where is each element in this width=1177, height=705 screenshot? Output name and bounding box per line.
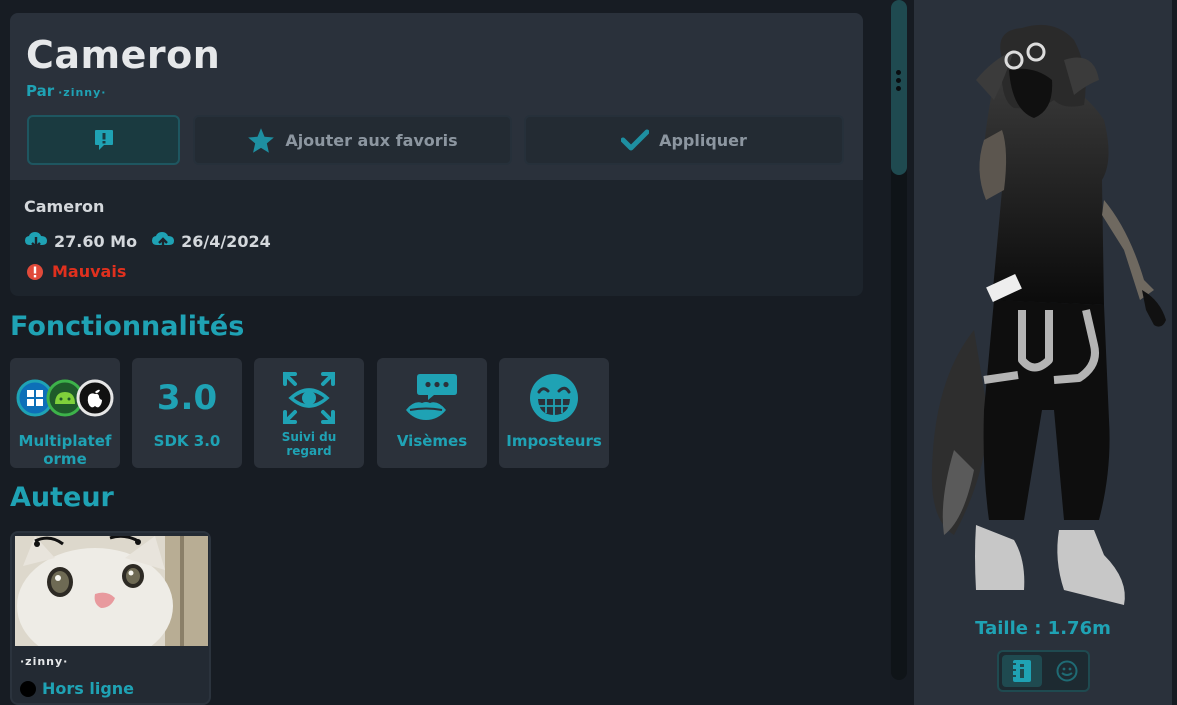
warning-circle-icon bbox=[27, 263, 43, 280]
author-byline[interactable]: Par ·zinny· bbox=[26, 82, 107, 100]
feature-label: SDK 3.0 bbox=[153, 432, 221, 450]
avatar-view-button[interactable] bbox=[1047, 655, 1087, 687]
apply-label: Appliquer bbox=[659, 130, 747, 150]
file-size-stat: 27.60 Mo bbox=[24, 231, 137, 251]
author-status: Hors ligne bbox=[20, 679, 134, 698]
avatar-details-panel: Cameron Par ·zinny· Ajouter aux favoris A… bbox=[0, 0, 890, 705]
upload-date-stat: 26/4/2024 bbox=[151, 231, 271, 251]
scrollbar[interactable] bbox=[891, 0, 907, 680]
avatar-header-card: Cameron Par ·zinny· Ajouter aux favoris A… bbox=[10, 13, 863, 296]
impostor-icon bbox=[499, 370, 609, 426]
feature-label: Multiplateforme bbox=[18, 432, 112, 468]
info-card-icon bbox=[1012, 660, 1031, 682]
multiplatform-icon bbox=[10, 370, 120, 426]
visemes-icon bbox=[377, 370, 487, 426]
preview-mode-toggle[interactable] bbox=[997, 650, 1090, 692]
check-icon bbox=[621, 129, 650, 151]
author-section-title: Auteur bbox=[10, 482, 114, 513]
avatar-title: Cameron bbox=[26, 33, 221, 77]
feature-impostors[interactable]: Imposteurs bbox=[499, 358, 609, 468]
file-size-value: 27.60 Mo bbox=[54, 231, 138, 251]
avatar-preview-panel: Taille : 1.76m bbox=[914, 0, 1172, 705]
sdk3-badge: 3.0 bbox=[156, 378, 218, 418]
upload-date-value: 26/4/2024 bbox=[181, 231, 271, 251]
info-view-button[interactable] bbox=[1002, 655, 1042, 687]
author-avatar bbox=[15, 536, 208, 646]
report-icon bbox=[94, 130, 113, 150]
eye-tracking-icon bbox=[254, 370, 364, 426]
resize-grip-icon[interactable] bbox=[896, 70, 901, 91]
report-button[interactable] bbox=[27, 115, 180, 165]
performance-rating: Mauvais bbox=[26, 262, 126, 281]
feature-label: Suivi du regard bbox=[281, 430, 337, 458]
feature-eye-tracking[interactable]: Suivi du regard bbox=[254, 358, 364, 468]
cloud-download-icon bbox=[25, 232, 47, 249]
apply-button[interactable]: Appliquer bbox=[524, 115, 844, 165]
avatar-name: Cameron bbox=[24, 197, 105, 216]
avatar-stats: 27.60 Mo 26/4/2024 bbox=[24, 231, 271, 251]
author-card-name: ·zinny· bbox=[20, 655, 69, 668]
feature-label: Imposteurs bbox=[506, 432, 602, 450]
face-icon bbox=[1056, 660, 1078, 682]
feature-visemes[interactable]: Visèmes bbox=[377, 358, 487, 468]
feature-sdk3[interactable]: 3.0 SDK 3.0 bbox=[132, 358, 242, 468]
avatar-preview-image[interactable] bbox=[914, 0, 1172, 610]
add-favorite-label: Ajouter aux favoris bbox=[285, 130, 458, 150]
performance-label: Mauvais bbox=[52, 262, 127, 281]
author-status-label: Hors ligne bbox=[42, 679, 135, 698]
author-card[interactable]: ·zinny· Hors ligne bbox=[10, 531, 211, 705]
avatar-size-label: Taille : 1.76m bbox=[975, 618, 1111, 639]
sdk3-icon: 3.0 bbox=[132, 370, 242, 426]
byline-prefix: Par bbox=[26, 82, 55, 100]
add-favorite-button[interactable]: Ajouter aux favoris bbox=[193, 115, 512, 165]
feature-label: Visèmes bbox=[396, 432, 468, 450]
byline-author[interactable]: ·zinny· bbox=[58, 86, 106, 99]
star-icon bbox=[248, 127, 275, 153]
cloud-upload-icon bbox=[152, 232, 175, 250]
status-dot-icon bbox=[20, 680, 36, 697]
features-section-title: Fonctionnalités bbox=[10, 311, 245, 342]
window-edge bbox=[1172, 0, 1177, 705]
feature-multiplatform[interactable]: Multiplateforme bbox=[10, 358, 120, 468]
